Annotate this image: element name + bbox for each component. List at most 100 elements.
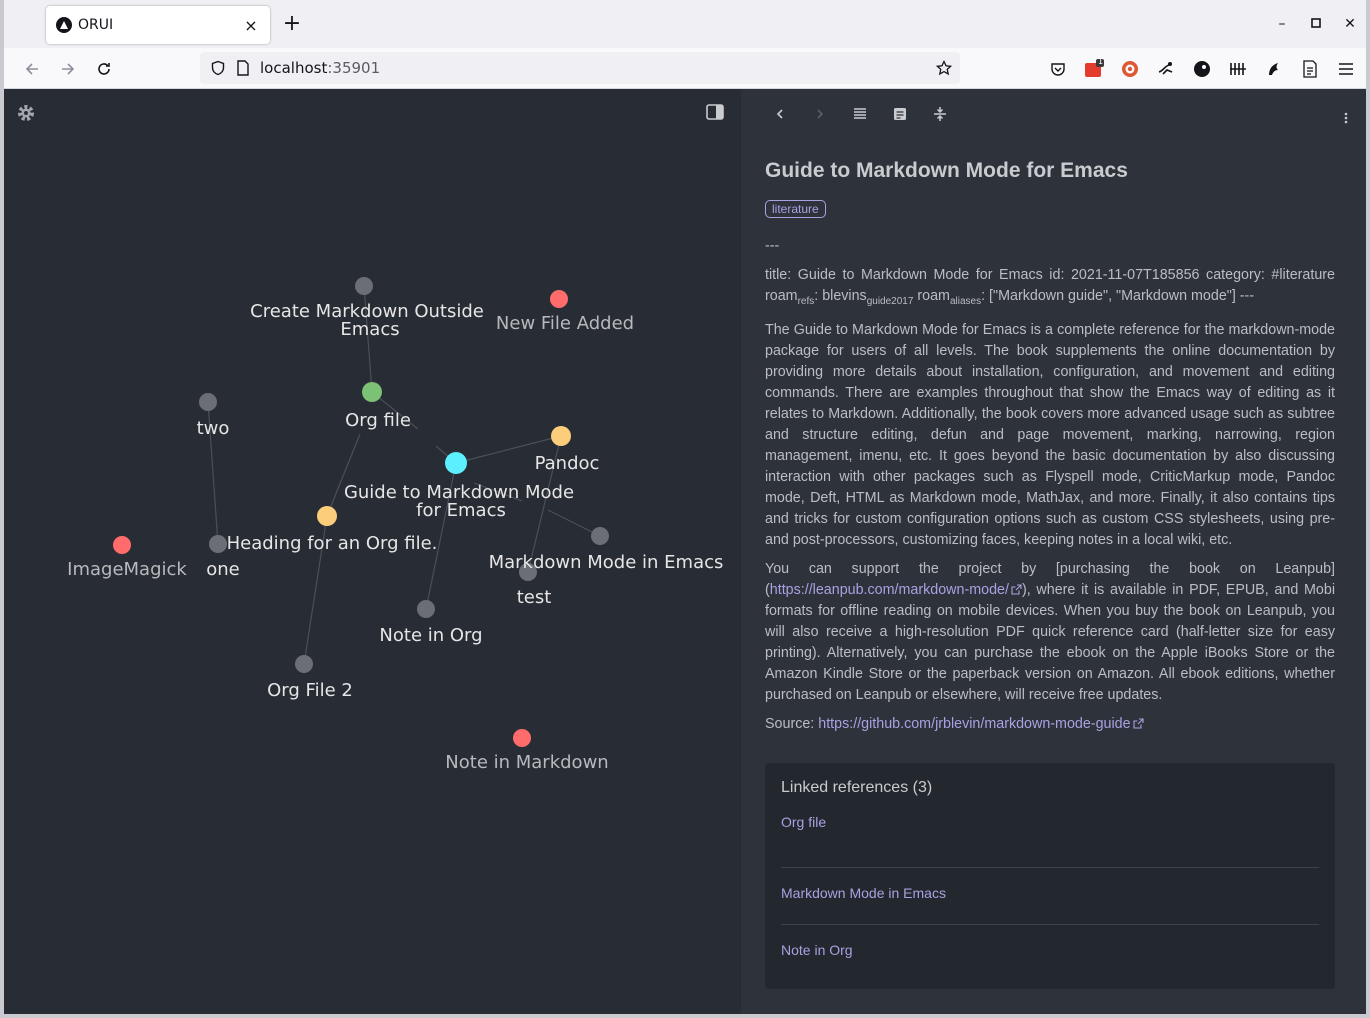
node-label: Org file	[345, 410, 411, 431]
browser-window: ORUI × + – ✕ localhost:35901 1 Create Ma…	[0, 0, 1370, 1018]
graph-node-heading[interactable]	[317, 506, 337, 526]
graph-node-new-file[interactable]	[550, 290, 568, 308]
extension-runner-icon[interactable]	[1156, 59, 1176, 79]
front-matter-separator: ---	[765, 238, 780, 254]
back-button[interactable]	[771, 105, 789, 123]
url-bar[interactable]: localhost:35901	[200, 52, 960, 84]
reload-button[interactable]	[91, 56, 117, 82]
graph-node-guide[interactable]	[445, 452, 467, 474]
shield-icon[interactable]	[210, 60, 226, 76]
extension-gnu-icon[interactable]	[1264, 59, 1284, 79]
graph-node-pandoc[interactable]	[551, 426, 571, 446]
node-label: test	[517, 587, 552, 608]
arrow-right-icon	[62, 63, 75, 75]
node-label: Note in Markdown	[445, 752, 608, 773]
forward-button[interactable]	[811, 105, 829, 123]
graph-node-md-mode[interactable]	[591, 527, 609, 545]
source-link-text: https://github.com/jrblevin/markdown-mod…	[818, 715, 1131, 732]
graph-node-note-org[interactable]	[417, 600, 435, 618]
external-link-icon	[1011, 584, 1022, 595]
hamburger-menu-icon[interactable]	[1336, 59, 1356, 79]
navigation-bar: localhost:35901 1	[4, 48, 1366, 89]
node-label: Heading for an Org file.	[227, 533, 438, 554]
backlink-markdown-mode-in-emacs[interactable]: Markdown Mode in Emacs	[781, 868, 1319, 925]
leanpub-link[interactable]: https://leanpub.com/markdown-mode/	[770, 582, 1022, 598]
back-button[interactable]	[19, 56, 45, 82]
node-label: ImageMagick	[67, 559, 187, 580]
pocket-icon[interactable]	[1048, 59, 1068, 79]
extension-red-icon[interactable]: 1	[1084, 57, 1104, 79]
support-text: ), where it is available in PDF, EPUB, a…	[765, 581, 1335, 703]
leanpub-link-text: https://leanpub.com/markdown-mode/	[769, 581, 1009, 598]
url-text[interactable]: localhost:35901	[260, 59, 380, 77]
bookmark-star-icon[interactable]	[936, 60, 952, 76]
support-paragraph: You can support the project by [purchasi…	[765, 559, 1335, 706]
extension-face-icon[interactable]	[1192, 59, 1212, 79]
reader-view-icon[interactable]	[1300, 59, 1320, 79]
linked-references-panel: Linked references (3) Org file Markdown …	[765, 763, 1335, 989]
justify-button[interactable]	[851, 105, 869, 123]
graph-node-imagemagick[interactable]	[113, 536, 131, 554]
arrow-left-icon	[25, 63, 38, 75]
forward-button[interactable]	[55, 56, 81, 82]
page-icon	[237, 60, 249, 76]
description-paragraph: The Guide to Markdown Mode for Emacs is …	[765, 321, 1335, 548]
note-sidebar: Guide to Markdown Mode for Emacs literat…	[741, 89, 1366, 1014]
tag-badge[interactable]: literature	[765, 200, 826, 218]
graph-node-create-md[interactable]	[355, 277, 373, 295]
node-label: for Emacs	[416, 500, 506, 521]
node-label: two	[197, 418, 230, 439]
tab-close-icon[interactable]: ×	[242, 16, 260, 35]
meta-text: : ["Markdown guide", "Markdown mode"] --…	[981, 288, 1255, 304]
meta-sub: guide2017	[866, 295, 914, 307]
extension-bars-icon[interactable]	[1228, 59, 1248, 79]
graph-link	[326, 433, 361, 517]
maximize-button[interactable]	[1306, 14, 1326, 34]
graph-labels: Create Markdown Outside Emacs New File A…	[67, 301, 723, 773]
meta-text: roam	[913, 288, 950, 304]
orui-logo-icon	[56, 17, 72, 33]
collapse-icon	[934, 107, 946, 121]
org-roam-graph[interactable]: Create Markdown Outside Emacs New File A…	[4, 89, 741, 1014]
external-link-icon	[1133, 718, 1144, 729]
node-label: Markdown Mode in Emacs	[489, 552, 724, 573]
browser-tab[interactable]: ORUI ×	[46, 6, 270, 44]
tab-title: ORUI	[78, 17, 114, 33]
source-link[interactable]: https://github.com/jrblevin/markdown-mod…	[818, 715, 1144, 732]
reload-icon	[98, 63, 110, 75]
backlink-note-in-org[interactable]: Note in Org	[781, 925, 1319, 982]
graph-node-one[interactable]	[209, 535, 227, 553]
chevron-left-icon	[776, 109, 783, 119]
chevron-right-icon	[817, 109, 824, 119]
linked-references-title: Linked references (3)	[781, 779, 933, 796]
meta-sub: aliases	[949, 295, 982, 307]
extension-badge: 1	[1098, 57, 1104, 66]
meta-sub: refs	[797, 295, 815, 307]
backlink-org-file[interactable]: Org file	[781, 811, 1319, 868]
graph-node-note-md[interactable]	[513, 729, 531, 747]
front-matter: title: Guide to Markdown Mode for Emacs …	[765, 265, 1335, 312]
graph-nodes[interactable]	[113, 277, 609, 747]
note-title: Guide to Markdown Mode for Emacs	[765, 159, 1128, 182]
minimize-button[interactable]: –	[1272, 14, 1292, 34]
collapse-all-button[interactable]	[931, 105, 949, 123]
graph-node-org-file[interactable]	[362, 382, 382, 402]
preview-toggle-button[interactable]	[891, 105, 909, 123]
new-tab-button[interactable]: +	[280, 12, 304, 36]
graph-node-two[interactable]	[199, 393, 217, 411]
source-label: Source:	[765, 715, 819, 732]
kebab-menu-icon	[1344, 112, 1348, 124]
graph-pane[interactable]: Create Markdown Outside Emacs New File A…	[4, 89, 741, 1014]
node-label: Emacs	[340, 319, 399, 340]
maximize-icon	[1311, 18, 1321, 28]
orui-app: Create Markdown Outside Emacs New File A…	[4, 89, 1366, 1014]
source-line: Source: https://github.com/jrblevin/mark…	[765, 714, 1335, 735]
url-host: localhost	[260, 59, 328, 77]
graph-node-org-file-2[interactable]	[295, 655, 313, 673]
node-label: New File Added	[496, 313, 634, 334]
close-window-button[interactable]: ✕	[1340, 14, 1360, 34]
more-options-button[interactable]	[1337, 109, 1355, 127]
duckduckgo-icon[interactable]	[1120, 59, 1140, 79]
meta-text: : blevins	[814, 288, 867, 304]
node-label: Org File 2	[267, 680, 353, 701]
